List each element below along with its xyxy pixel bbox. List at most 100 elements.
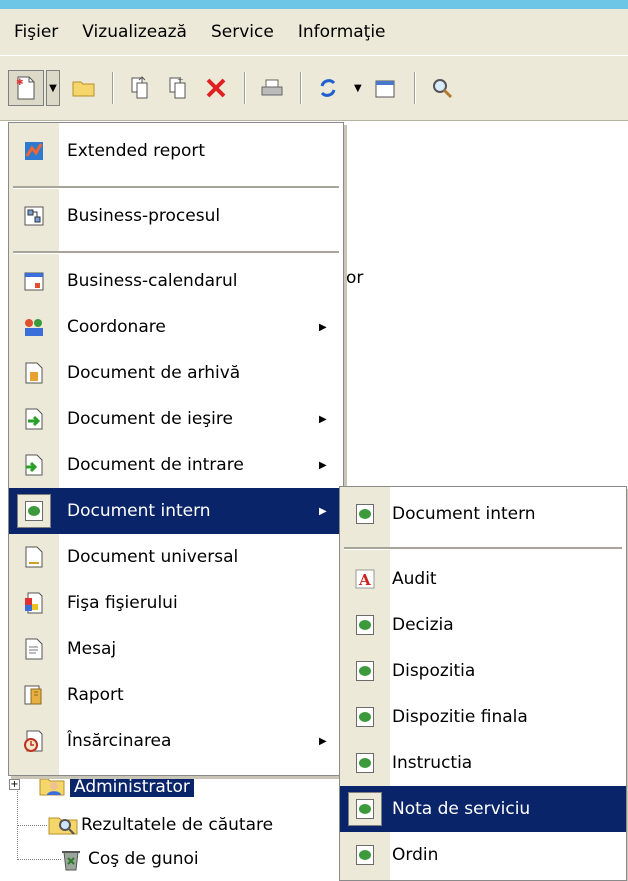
svg-text:+: + (177, 76, 184, 84)
properties-icon (375, 80, 395, 98)
submenu-item-decizia[interactable]: Decizia (340, 602, 626, 648)
tree-expander[interactable]: + (9, 779, 20, 790)
task-icon (23, 730, 45, 752)
menu-item-outgoing-document[interactable]: Document de ieşire ▶ (9, 396, 343, 442)
print-button[interactable] (254, 70, 290, 106)
tree-line (17, 859, 61, 860)
user-folder-icon (39, 778, 65, 796)
search-icon (432, 79, 452, 99)
tree-item-label: Administrator (70, 777, 194, 797)
internal-document-submenu: Document intern A Audit Decizia Dispozit… (339, 486, 627, 881)
submenu-item-audit[interactable]: A Audit (340, 556, 626, 602)
toolbar-separator (112, 72, 114, 104)
tree-item-label: Coş de gunoi (88, 849, 199, 869)
menu-item-business-calendar[interactable]: Business-calendarul (9, 258, 343, 304)
submenu-arrow-icon: ▶ (319, 735, 327, 747)
svg-text:✱: ✱ (16, 78, 24, 88)
business-process-icon (23, 205, 45, 227)
menu-item-business-process[interactable]: Business-procesul (9, 193, 343, 239)
new-document-button[interactable]: ✱ (8, 70, 44, 106)
toolbar-separator (244, 72, 246, 104)
internal-document-icon (354, 752, 376, 774)
calendar-icon (23, 270, 45, 292)
menu-item-universal-document[interactable]: Document universal (9, 534, 343, 580)
menu-item-coordonare[interactable]: Coordonare ▶ (9, 304, 343, 350)
menu-item-message[interactable]: Mesaj (9, 626, 343, 672)
tree-item[interactable]: Rezultatele de căutare (45, 808, 273, 842)
submenu-arrow-icon: ▶ (319, 459, 327, 471)
tree-line (17, 780, 18, 860)
submenu-item-nota-de-serviciu[interactable]: Nota de serviciu (340, 786, 626, 832)
menu-bar: Fişier Vizualizează Service Informaţie (0, 9, 628, 55)
new-dropdown-button[interactable]: ▼ (46, 70, 60, 106)
copy-button[interactable] (122, 70, 158, 106)
submenu-item-ordin[interactable]: Ordin (340, 832, 626, 878)
dropdown-arrow-icon: ▼ (49, 82, 57, 94)
delete-button[interactable] (198, 70, 234, 106)
menu-item-file-card[interactable]: Fişa fişierului (9, 580, 343, 626)
menu-item-report[interactable]: Raport (9, 672, 343, 718)
menu-item-incoming-document[interactable]: Document de intrare ▶ (9, 442, 343, 488)
toolbar-separator (300, 72, 302, 104)
file-card-icon (23, 592, 45, 614)
menu-item-internal-document[interactable]: Document intern ▶ (9, 488, 343, 534)
submenu-arrow-icon: ▶ (319, 321, 327, 333)
window-top-accent (0, 0, 628, 9)
internal-document-icon (17, 494, 51, 528)
delete-icon (206, 78, 226, 98)
print-icon (261, 79, 283, 96)
dropdown-arrow-icon[interactable]: ▼ (354, 83, 362, 94)
new-document-icon: ✱ (16, 76, 35, 100)
tree-line (17, 825, 47, 826)
menu-info[interactable]: Informaţie (286, 9, 398, 55)
internal-document-icon (354, 503, 376, 525)
open-folder-icon (72, 81, 95, 97)
menu-item-archive-document[interactable]: Document de arhivă (9, 350, 343, 396)
internal-document-icon (348, 792, 382, 826)
copy-icon (131, 76, 148, 99)
toolbar-separator (413, 72, 416, 104)
recycle-bin-icon (62, 851, 80, 871)
audit-icon: A (354, 568, 376, 590)
search-button[interactable] (424, 70, 460, 106)
internal-document-icon (354, 660, 376, 682)
coordination-icon (23, 316, 45, 338)
submenu-item-dispozitia[interactable]: Dispozitia (340, 648, 626, 694)
archive-document-icon (23, 362, 45, 384)
svg-text:A: A (358, 571, 371, 589)
message-icon (23, 638, 45, 660)
tree-item[interactable]: Coş de gunoi (58, 842, 199, 876)
menu-item-task[interactable]: Însărcinarea ▶ (9, 718, 343, 764)
toolbar: ✱ ▼ + ▼ (0, 55, 628, 121)
incoming-document-icon (23, 454, 45, 476)
internal-document-icon (354, 706, 376, 728)
menu-separator (13, 251, 339, 254)
refresh-button[interactable] (310, 70, 346, 106)
report-icon (23, 684, 45, 706)
outgoing-document-icon (23, 408, 45, 430)
refresh-icon (320, 79, 336, 97)
paste-button[interactable]: + (160, 70, 196, 106)
menu-item-extended-report[interactable]: Extended report (9, 128, 343, 174)
submenu-item-internal-document[interactable]: Document intern (340, 491, 626, 537)
extended-report-icon (23, 140, 45, 162)
menu-view[interactable]: Vizualizează (70, 9, 199, 55)
universal-document-icon (23, 546, 45, 568)
internal-document-icon (354, 614, 376, 636)
tree-item-label: Rezultatele de căutare (81, 815, 274, 835)
new-document-menu: Extended report Business-procesul Busine… (8, 122, 344, 776)
menu-file[interactable]: Fişier (0, 9, 70, 55)
properties-button[interactable] (368, 70, 404, 106)
open-folder-button[interactable] (66, 70, 102, 106)
submenu-item-instructia[interactable]: Instructia (340, 740, 626, 786)
submenu-arrow-icon: ▶ (319, 413, 327, 425)
background-partial-text: or (346, 268, 364, 288)
menu-separator (13, 186, 339, 189)
menu-service[interactable]: Service (199, 9, 286, 55)
internal-document-icon (354, 844, 376, 866)
submenu-item-dispozitie-finala[interactable]: Dispozitie finala (340, 694, 626, 740)
search-folder-icon (48, 817, 78, 835)
paste-icon: + (169, 76, 186, 99)
submenu-arrow-icon: ▶ (319, 505, 327, 517)
menu-separator (344, 547, 622, 550)
